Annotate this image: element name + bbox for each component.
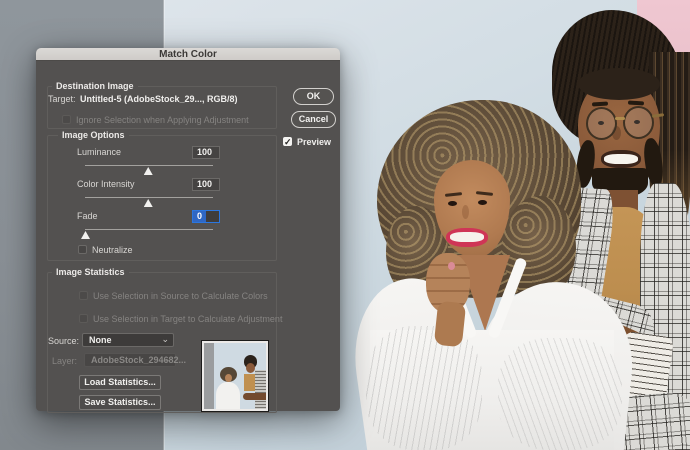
fade-value-field[interactable]: 0 — [192, 210, 220, 223]
preview-checkbox[interactable]: ✓ — [283, 137, 292, 146]
thumbnail-woman-face — [225, 374, 232, 382]
luminance-label: Luminance — [77, 147, 121, 158]
man-smile — [601, 150, 641, 168]
man-hairline — [578, 68, 660, 100]
dialog-title: Match Color — [159, 49, 217, 60]
match-color-dialog: Match Color Destination Image Target: Un… — [36, 48, 340, 411]
chevron-down-icon: ⌄ — [163, 353, 171, 365]
image-statistics-legend: Image Statistics — [52, 267, 129, 277]
fade-value-selection: 0 — [193, 211, 206, 222]
source-dropdown-value: None — [89, 335, 112, 345]
thumbnail-man-face — [246, 363, 255, 373]
preview-label: Preview — [297, 137, 331, 148]
destination-image-legend: Destination Image — [52, 81, 138, 91]
load-statistics-button[interactable]: Load Statistics... — [79, 375, 161, 390]
layer-label: Layer: — [52, 356, 77, 367]
screenshot-root: Match Color Destination Image Target: Un… — [0, 0, 690, 450]
chevron-down-icon: ⌄ — [161, 333, 169, 345]
color-intensity-value-field[interactable]: 100 — [192, 178, 220, 191]
woman-blouse-pleats-left — [366, 326, 482, 450]
target-label: Target: — [48, 94, 76, 105]
source-thumbnail — [202, 341, 268, 411]
check-icon: ✓ — [284, 137, 292, 147]
fade-label: Fade — [77, 211, 98, 222]
ok-button[interactable]: OK — [293, 88, 334, 105]
color-intensity-label: Color Intensity — [77, 179, 135, 190]
woman-wrist — [434, 301, 466, 348]
cancel-button[interactable]: Cancel — [291, 111, 336, 128]
woman-eye-right — [478, 200, 487, 205]
layer-dropdown-value: AdobeStock_294682... — [91, 355, 186, 365]
ignore-selection-checkbox — [62, 115, 71, 124]
thumbnail-man-arms — [243, 393, 268, 400]
dialog-body: Destination Image Target: Untitled-5 (Ad… — [36, 61, 340, 411]
fade-slider-track[interactable] — [85, 229, 213, 230]
thumbnail-woman-blouse — [216, 382, 240, 410]
save-statistics-button[interactable]: Save Statistics... — [79, 395, 161, 410]
woman-fingernail — [448, 262, 455, 270]
use-selection-target-checkbox — [79, 314, 88, 323]
source-label: Source: — [48, 336, 79, 347]
use-selection-source-checkbox — [79, 291, 88, 300]
woman-teeth — [450, 232, 484, 242]
color-intensity-slider-track[interactable] — [85, 197, 213, 198]
layer-dropdown: AdobeStock_294682... ⌄ — [84, 353, 176, 367]
use-selection-target-label: Use Selection in Target to Calculate Adj… — [93, 314, 282, 325]
neutralize-label: Neutralize — [92, 245, 133, 256]
use-selection-source-label: Use Selection in Source to Calculate Col… — [93, 291, 268, 302]
man-glasses-right-lens — [623, 106, 654, 139]
target-value: Untitled-5 (AdobeStock_29..., RGB/8) — [80, 94, 238, 105]
man-glasses-bridge — [615, 117, 625, 120]
source-dropdown[interactable]: None ⌄ — [82, 333, 174, 347]
woman-eye-left — [448, 201, 457, 206]
man-glasses-left-lens — [586, 107, 617, 140]
woman-smile — [446, 228, 488, 247]
dialog-titlebar[interactable]: Match Color — [36, 48, 340, 61]
image-options-legend: Image Options — [58, 130, 129, 140]
thumbnail-gray-wall — [204, 343, 214, 409]
luminance-slider-track[interactable] — [85, 165, 213, 166]
woman-nose — [462, 205, 469, 219]
thumbnail-man-jacket — [255, 370, 268, 411]
neutralize-checkbox[interactable] — [78, 245, 87, 254]
luminance-value-field[interactable]: 100 — [192, 146, 220, 159]
ignore-selection-label: Ignore Selection when Applying Adjustmen… — [76, 115, 249, 126]
man-teeth — [604, 154, 638, 164]
woman-blouse-pleats-right — [498, 338, 622, 450]
